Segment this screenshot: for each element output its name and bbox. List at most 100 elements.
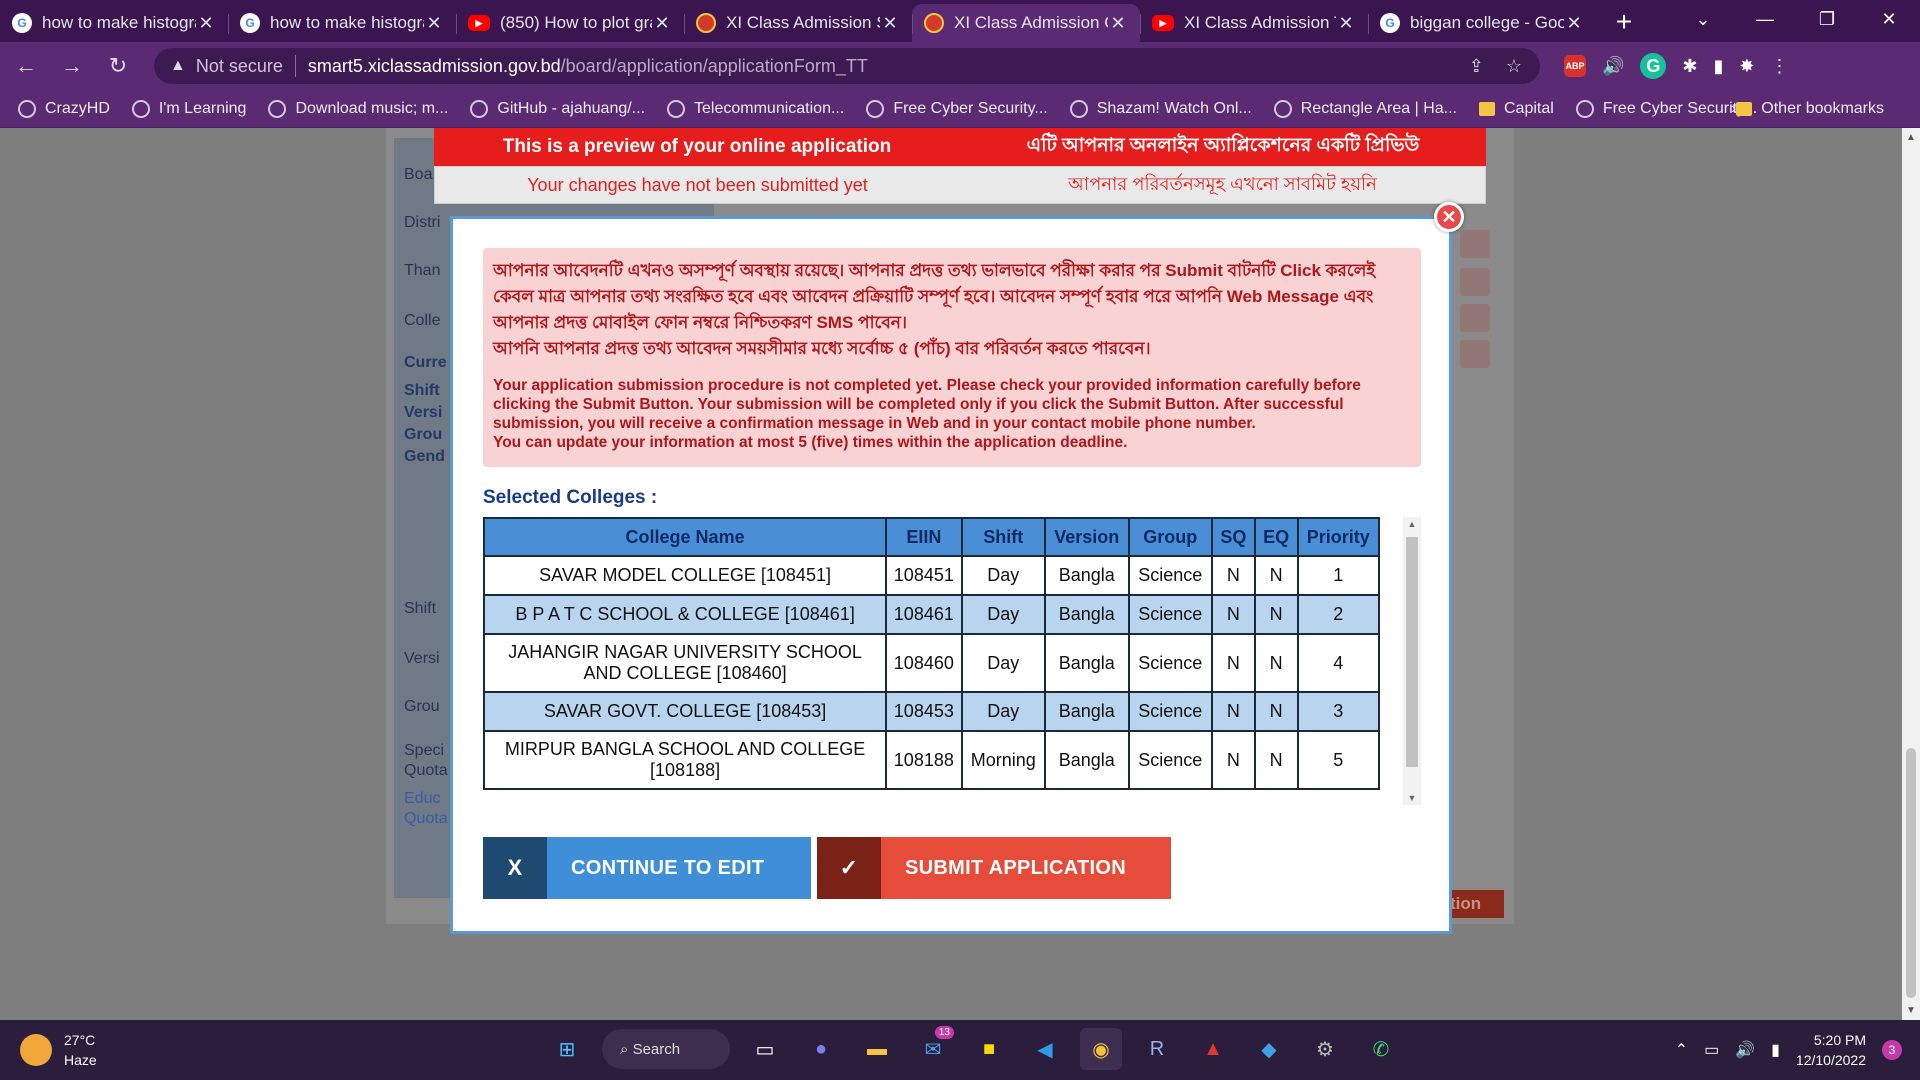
close-tab-icon[interactable]: ✕ <box>652 13 672 34</box>
delete-icon[interactable] <box>1460 304 1490 332</box>
menu-icon[interactable]: ⋮ <box>1771 56 1789 77</box>
scroll-down-icon[interactable]: ▼ <box>1403 793 1421 803</box>
modal-close-button[interactable]: ✕ <box>1434 202 1464 232</box>
browser-tab[interactable]: ▶ XI Class Admission Tu ✕ <box>1140 4 1368 42</box>
task-view-icon[interactable]: ▭ <box>744 1028 786 1070</box>
scrollbar-thumb[interactable] <box>1906 748 1916 998</box>
browser-tab[interactable]: ▶ (850) How to plot gra ✕ <box>456 4 684 42</box>
bookmark-item[interactable]: Telecommunication... <box>667 99 844 118</box>
bookmark-item[interactable]: CrazyHD <box>18 99 110 118</box>
scrollbar-thumb[interactable] <box>1406 537 1418 767</box>
close-window-icon[interactable]: ✕ <box>1858 0 1920 38</box>
sidepanel-icon[interactable]: ▮ <box>1714 56 1724 77</box>
reload-icon[interactable]: ↻ <box>98 46 138 86</box>
acrobat-icon[interactable]: ▲ <box>1192 1028 1234 1070</box>
not-submitted-text-bn: আপনার পরিবর্তনসমূহ এখনো সাবমিট হয়নি <box>1068 173 1377 194</box>
sticky-notes-icon[interactable]: ■ <box>968 1028 1010 1070</box>
chevron-up-icon[interactable]: ⌃ <box>1675 1040 1688 1060</box>
back-icon[interactable]: ← <box>6 46 46 86</box>
bookmark-item[interactable]: I'm Learning <box>131 99 246 118</box>
bookmark-label: CrazyHD <box>45 99 110 117</box>
globe-icon <box>1069 99 1088 118</box>
globe-icon <box>470 99 489 118</box>
sq-cell: N <box>1211 555 1256 596</box>
other-bookmarks[interactable]: Other bookmarks <box>1736 100 1884 118</box>
shift-cell: Day <box>960 633 1047 693</box>
weather-text: 27°C Haze <box>64 1030 97 1070</box>
mail-icon[interactable]: ✉ 13 <box>912 1026 954 1070</box>
shift-cell: Morning <box>960 730 1047 790</box>
browser-tab-active[interactable]: XI Class Admission Or ✕ <box>912 4 1140 42</box>
start-icon[interactable]: ⊞ <box>546 1028 588 1070</box>
background-action-button[interactable]: tion <box>1444 890 1504 918</box>
file-explorer-icon[interactable]: ▬ <box>856 1028 898 1070</box>
clock[interactable]: 5:20 PM 12/10/2022 <box>1796 1030 1866 1070</box>
globe-icon <box>268 99 287 118</box>
delete-icon[interactable] <box>1460 340 1490 368</box>
delete-icon[interactable] <box>1460 230 1490 258</box>
tab-search-icon[interactable]: ⌄ <box>1672 0 1734 38</box>
profile-icon[interactable]: ✸ <box>1739 56 1754 77</box>
close-tab-icon[interactable]: ✕ <box>880 13 900 34</box>
bookmark-item[interactable]: Free Cyber Security... <box>1575 99 1757 118</box>
close-tab-icon[interactable]: ✕ <box>1336 13 1356 34</box>
speaker-icon[interactable]: 🔊 <box>1602 56 1624 77</box>
weather-widget[interactable]: 27°C Haze <box>20 1030 97 1070</box>
browser-tab[interactable]: G how to make histogra ✕ <box>228 4 456 42</box>
table-scrollbar[interactable]: ▲ ▼ <box>1403 517 1421 805</box>
delete-icon[interactable] <box>1460 268 1490 296</box>
bookmark-item[interactable]: Download music; m... <box>268 99 448 118</box>
notification-badge[interactable]: 3 <box>1882 1040 1902 1060</box>
bookmark-item[interactable]: Shazam! Watch Onl... <box>1069 99 1252 118</box>
close-tab-icon[interactable]: ✕ <box>1564 13 1584 34</box>
bookmark-item[interactable]: GitHub - ajahuang/... <box>470 99 645 118</box>
close-tab-icon[interactable]: ✕ <box>1108 13 1128 34</box>
version-cell: Bangla <box>1044 730 1130 790</box>
bookmark-item[interactable]: Free Cyber Security... <box>866 99 1048 118</box>
form-label: Colle <box>404 312 441 329</box>
share-icon[interactable]: ⇪ <box>1469 56 1484 77</box>
submit-application-button[interactable]: ✓ SUBMIT APPLICATION <box>817 837 1171 899</box>
new-tab-button[interactable]: + <box>1606 4 1642 40</box>
settings-icon[interactable]: ⚙ <box>1304 1028 1346 1070</box>
r-icon[interactable]: R <box>1136 1028 1178 1070</box>
volume-icon[interactable]: 🔊 <box>1735 1040 1755 1060</box>
scroll-up-icon[interactable]: ▲ <box>1403 519 1421 529</box>
bookmark-star-icon[interactable]: ☆ <box>1506 56 1522 77</box>
close-tab-icon[interactable]: ✕ <box>424 13 444 34</box>
puzzle-icon[interactable]: ✱ <box>1682 56 1697 77</box>
google-icon: G <box>1380 13 1400 33</box>
address-bar[interactable]: ▲ Not secure smart5.xiclassadmission.gov… <box>154 48 1540 84</box>
bookmark-item[interactable]: Rectangle Area | Ha... <box>1273 99 1457 118</box>
continue-to-edit-button[interactable]: X CONTINUE TO EDIT <box>483 837 811 899</box>
whatsapp-icon[interactable]: ✆ <box>1360 1028 1402 1070</box>
paint-icon[interactable]: ◆ <box>1248 1028 1290 1070</box>
omnibox-actions: ⇪ ☆ <box>1469 56 1540 77</box>
bookmark-label: Shazam! Watch Onl... <box>1096 99 1252 117</box>
scroll-down-icon[interactable]: ▼ <box>1902 1005 1920 1016</box>
browser-tab[interactable]: G how to make histogra ✕ <box>0 4 228 42</box>
page-viewport: Boa Distri Than Colle Curre Shift Versi … <box>0 128 1902 1020</box>
close-tab-icon[interactable]: ✕ <box>196 13 216 34</box>
scroll-up-icon[interactable]: ▲ <box>1902 132 1920 143</box>
vscode-icon[interactable]: ◀ <box>1024 1028 1066 1070</box>
battery-icon[interactable]: ▮ <box>1771 1040 1780 1060</box>
taskbar-search[interactable]: ⌕ Search <box>602 1029 730 1069</box>
page-scrollbar[interactable]: ▲ ▼ <box>1902 128 1920 1020</box>
form-label: Than <box>404 262 441 279</box>
chrome-icon[interactable]: ◉ <box>1080 1028 1122 1070</box>
adblock-icon[interactable]: ABP <box>1564 55 1586 77</box>
system-tray: ⌃ ▭ 🔊 ▮ 5:20 PM 12/10/2022 3 <box>1675 1030 1902 1070</box>
grammarly-icon[interactable]: G <box>1640 53 1667 79</box>
browser-tab[interactable]: G biggan college - Goo ✕ <box>1368 4 1596 42</box>
bookmark-folder[interactable]: Capital <box>1479 100 1554 118</box>
tab-title: XI Class Admission Sy <box>726 13 880 32</box>
network-icon[interactable]: ▭ <box>1704 1040 1719 1060</box>
youtube-icon: ▶ <box>1152 15 1174 31</box>
restore-icon[interactable]: ❐ <box>1796 0 1858 38</box>
browser-tab[interactable]: XI Class Admission Sy ✕ <box>684 4 912 42</box>
minimize-icon[interactable]: — <box>1734 0 1796 38</box>
forward-icon[interactable]: → <box>52 46 92 86</box>
meet-icon[interactable]: ● <box>800 1028 842 1070</box>
close-x-icon: X <box>483 837 547 899</box>
